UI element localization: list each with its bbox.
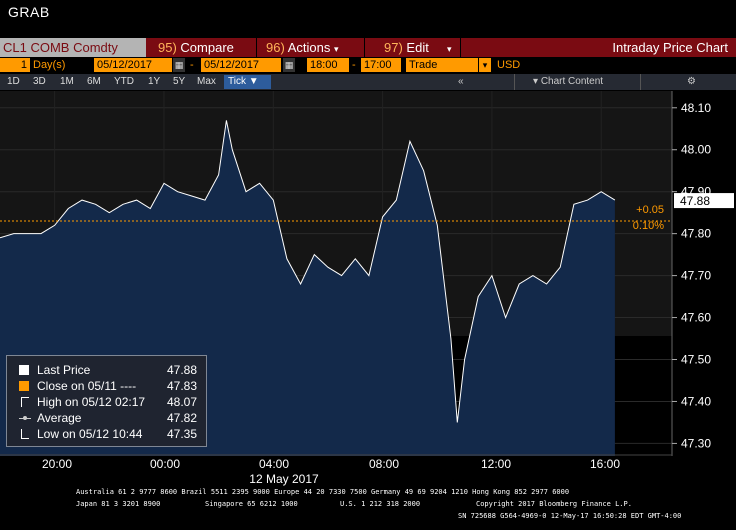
settings-gear-icon[interactable]: ⚙	[687, 75, 696, 89]
y-tick-label: 47.40	[681, 394, 711, 408]
close-swatch	[19, 381, 29, 391]
date-label: 12 May 2017	[249, 472, 319, 486]
function-title: Intraday Price Chart	[612, 40, 728, 55]
end-calendar-icon[interactable]: ▦	[283, 58, 295, 72]
y-tick-label: 47.50	[681, 353, 711, 367]
chart-legend[interactable]: Last Price 47.88 Close on 05/11 ---- 47.…	[6, 355, 207, 447]
change-pct-label: 0.10%	[633, 220, 664, 232]
actions-label: Actions	[287, 40, 331, 55]
legend-last-price: Last Price 47.88	[7, 363, 206, 378]
time-separator: -	[352, 59, 356, 71]
field-dropdown-icon[interactable]: ▾	[479, 58, 491, 72]
chart-content-icon: ▾	[533, 76, 539, 87]
footer-phones-line1: Australia 61 2 9777 8600 Brazil 5511 239…	[76, 488, 570, 496]
start-calendar-icon[interactable]: ▦	[173, 58, 185, 72]
tick-dropdown-icon: ▼	[248, 76, 259, 87]
window-title: GRAB	[8, 4, 50, 20]
average-dot-icon	[23, 416, 27, 420]
legend-last-price-value: 47.88	[167, 363, 198, 377]
legend-close: Close on 05/11 ---- 47.83	[7, 379, 206, 394]
footer-copyright: Copyright 2017 Bloomberg Finance L.P.	[476, 500, 632, 508]
low-marker-icon	[21, 429, 29, 439]
last-price-swatch	[19, 365, 29, 375]
legend-low-label: Low on 05/12 10:44	[37, 427, 143, 441]
toolbar-divider	[256, 38, 257, 57]
legend-average-value: 47.82	[167, 411, 198, 425]
period-value-field[interactable]: 1	[0, 58, 30, 72]
footer-session-info: SN 725688 G564-4969-0 12-May-17 16:50:28…	[458, 512, 682, 520]
legend-last-price-label: Last Price	[37, 363, 91, 377]
y-axis-ticks: 48.1048.0047.9047.8047.7047.6047.5047.40…	[672, 101, 711, 450]
y-tick-label: 47.80	[681, 227, 711, 241]
y-tick-label: 47.70	[681, 269, 711, 283]
end-date-field[interactable]: 05/12/2017	[201, 58, 281, 72]
x-tick-label: 00:00	[149, 457, 181, 471]
x-tick-label: 20:00	[41, 457, 73, 471]
actions-dropdown-icon: ▾	[333, 44, 339, 54]
period-unit-select[interactable]: Day(s)	[30, 58, 90, 72]
last-price-tag-text: 47.88	[680, 194, 710, 208]
range-1d[interactable]: 1D	[7, 75, 20, 89]
footer-phones-japan: Japan 81 3 3201 8900	[76, 500, 161, 508]
change-label: +0.05	[636, 204, 664, 216]
edit-dropdown-icon[interactable]: ▾	[447, 40, 452, 55]
range-divider	[514, 74, 515, 90]
legend-average-label: Average	[37, 411, 82, 425]
collapse-icon[interactable]: «	[458, 75, 472, 89]
range-1m[interactable]: 1M	[60, 75, 74, 89]
footer-phones-singapore: Singapore 65 6212 1000	[205, 500, 298, 508]
end-time-field[interactable]: 17:00	[361, 58, 401, 72]
compare-label: Compare	[180, 40, 234, 55]
legend-average: Average 47.82	[7, 411, 206, 426]
date-separator: -	[190, 59, 194, 71]
x-tick-label: 08:00	[368, 457, 400, 471]
y-tick-label: 47.60	[681, 311, 711, 325]
range-3d[interactable]: 3D	[33, 75, 46, 89]
edit-button[interactable]: 97) Edit	[384, 40, 429, 55]
toolbar-divider	[364, 38, 365, 57]
legend-high: High on 05/12 02:17 48.07	[7, 395, 206, 410]
y-tick-label: 47.30	[681, 436, 711, 450]
range-5y[interactable]: 5Y	[173, 75, 185, 89]
compare-number: 95)	[158, 40, 177, 55]
compare-button[interactable]: 95) Compare	[158, 40, 234, 55]
range-6m[interactable]: 6M	[87, 75, 101, 89]
legend-close-label: Close on 05/11 ----	[37, 379, 137, 393]
high-marker-icon	[21, 397, 29, 407]
range-bar	[0, 74, 736, 90]
toolbar-divider	[460, 38, 461, 57]
edit-number: 97)	[384, 40, 403, 55]
x-tick-label: 12:00	[480, 457, 512, 471]
x-tick-label: 16:00	[589, 457, 621, 471]
legend-low-value: 47.35	[167, 427, 198, 441]
range-ytd[interactable]: YTD	[114, 75, 134, 89]
x-tick-label: 04:00	[258, 457, 290, 471]
tick-select[interactable]: Tick ▼	[224, 75, 271, 89]
start-date-field[interactable]: 05/12/2017	[94, 58, 172, 72]
actions-button[interactable]: 96) Actions ▾	[266, 40, 339, 55]
field-select[interactable]: Trade	[406, 58, 478, 72]
legend-high-value: 48.07	[167, 395, 198, 409]
actions-number: 96)	[266, 40, 285, 55]
currency-label: USD	[497, 59, 521, 71]
y-tick-label: 48.10	[681, 101, 711, 115]
edit-label: Edit	[406, 40, 429, 55]
range-1y[interactable]: 1Y	[148, 75, 160, 89]
range-divider	[640, 74, 641, 90]
legend-low: Low on 05/12 10:44 47.35	[7, 427, 206, 442]
footer-phones-us: U.S. 1 212 318 2000	[340, 500, 421, 508]
range-max[interactable]: Max	[197, 75, 216, 89]
chart-content-label: Chart Content	[540, 76, 604, 87]
start-time-field[interactable]: 18:00	[307, 58, 349, 72]
y-tick-label: 48.00	[681, 143, 711, 157]
legend-high-label: High on 05/12 02:17	[37, 395, 146, 409]
ticker-text: CL1 COMB Comdty	[3, 40, 118, 55]
chart-content-button[interactable]: ▾ Chart Content	[533, 75, 603, 89]
last-price-tag: 47.88	[674, 193, 734, 209]
legend-close-value: 47.83	[167, 379, 198, 393]
tick-label: Tick	[228, 76, 246, 87]
